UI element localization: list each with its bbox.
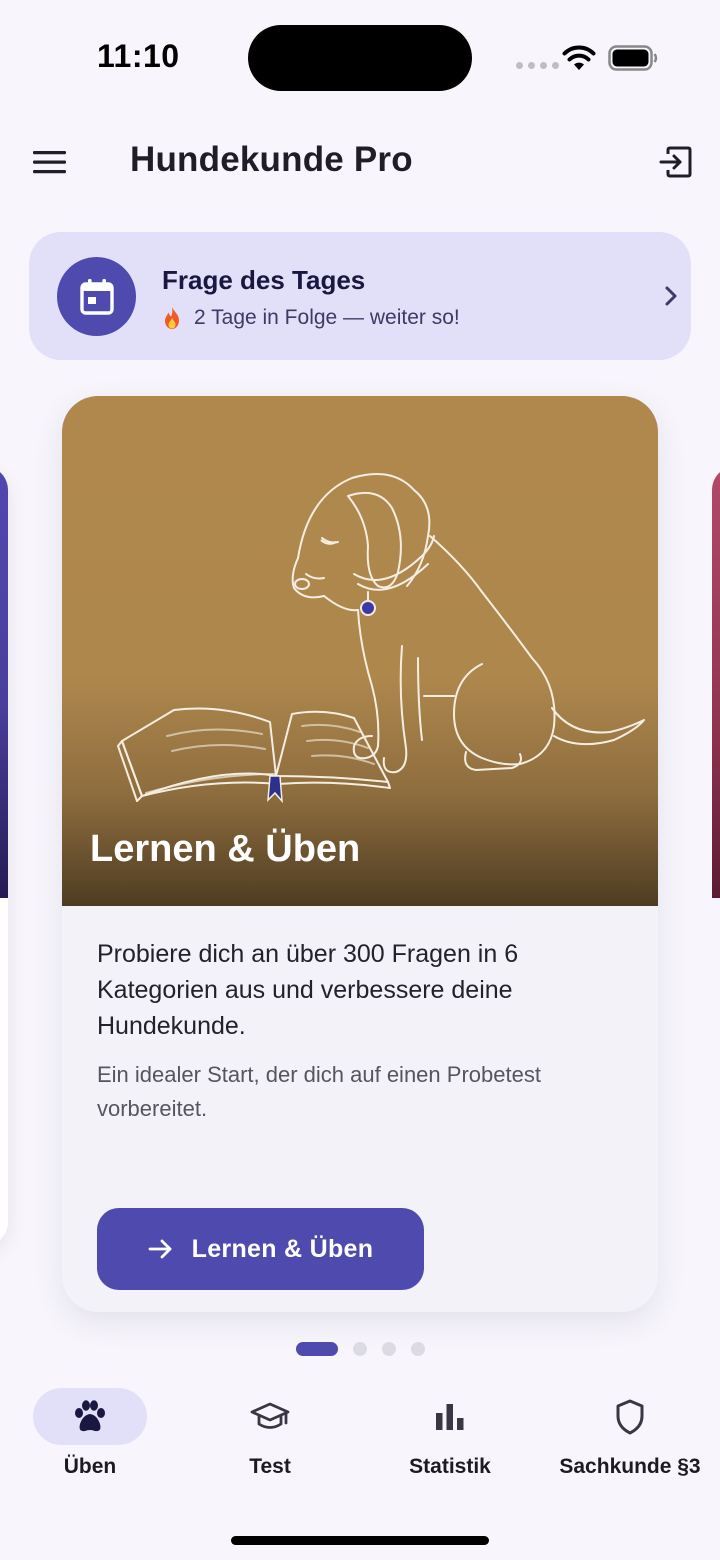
chevron-right-icon xyxy=(655,280,687,312)
nav-item-indicator xyxy=(213,1388,327,1445)
streak-row: 2 Tage in Folge — weiter so! xyxy=(162,306,460,330)
shield-icon xyxy=(616,1399,644,1434)
status-bar: 11:10 xyxy=(0,0,720,110)
graduation-cap-icon xyxy=(250,1402,290,1429)
logout-icon xyxy=(659,146,692,178)
nav-label: Sachkunde §3 xyxy=(559,1455,701,1478)
streak-text: 2 Tage in Folge — weiter so! xyxy=(194,306,460,329)
nav-item-indicator xyxy=(33,1388,147,1445)
pager-dot[interactable] xyxy=(411,1342,425,1356)
status-time: 11:10 xyxy=(97,38,180,74)
bottom-navigation: Üben Test Statistik Sachkunde §3 xyxy=(0,1380,720,1490)
card-body: Probiere dich an über 300 Fragen in 6 Ka… xyxy=(97,936,627,1126)
wifi-icon xyxy=(562,45,596,70)
flame-icon xyxy=(165,307,179,329)
pager-dot[interactable] xyxy=(382,1342,396,1356)
card-description: Probiere dich an über 300 Fragen in 6 Ka… xyxy=(97,940,519,1040)
nav-item-test[interactable]: Test xyxy=(180,1380,360,1490)
app-title: Hundekunde Pro xyxy=(130,140,413,179)
nav-item-ueben[interactable]: Üben xyxy=(0,1380,180,1490)
daily-question-icon-badge xyxy=(57,257,136,336)
logout-button[interactable] xyxy=(654,140,698,184)
carousel-pager xyxy=(296,1342,425,1356)
nav-item-statistik[interactable]: Statistik xyxy=(360,1380,540,1490)
carousel-card-learn[interactable]: Lernen & Üben Probiere dich an über 300 … xyxy=(62,396,658,1312)
hamburger-menu-icon xyxy=(33,151,66,174)
daily-question-card[interactable]: Frage des Tages 2 Tage in Folge — weiter… xyxy=(29,232,691,360)
start-learning-button-label: Lernen & Üben xyxy=(191,1234,374,1263)
carousel-card-previous[interactable] xyxy=(0,466,8,1246)
home-indicator[interactable] xyxy=(231,1536,489,1545)
card-title: Lernen & Üben xyxy=(90,828,361,870)
card-hint: Ein idealer Start, der dich auf einen Pr… xyxy=(97,1062,541,1121)
cellular-signal-icon xyxy=(516,62,559,69)
carousel-card-next[interactable] xyxy=(712,466,720,898)
daily-question-title: Frage des Tages xyxy=(162,265,366,295)
paw-icon xyxy=(75,1399,105,1431)
nav-label: Test xyxy=(249,1455,291,1478)
nav-item-indicator xyxy=(573,1388,687,1445)
bar-chart-icon xyxy=(436,1403,464,1430)
pager-dot[interactable] xyxy=(296,1342,338,1356)
arrow-right-icon xyxy=(148,1239,172,1259)
app-bar: Hundekunde Pro xyxy=(0,120,720,204)
nav-item-sachkunde[interactable]: Sachkunde §3 xyxy=(540,1380,720,1490)
nav-label: Statistik xyxy=(409,1455,491,1478)
start-learning-button[interactable]: Lernen & Üben xyxy=(97,1208,424,1290)
battery-icon xyxy=(608,45,658,71)
dynamic-island xyxy=(248,25,472,91)
pager-dot[interactable] xyxy=(353,1342,367,1356)
nav-label: Üben xyxy=(63,1455,117,1478)
menu-button[interactable] xyxy=(28,140,72,184)
app-screen: 11:10 Hundekunde Pro Frage des Tages 2 T… xyxy=(0,0,720,1560)
calendar-icon xyxy=(79,278,114,315)
nav-item-indicator xyxy=(393,1388,507,1445)
